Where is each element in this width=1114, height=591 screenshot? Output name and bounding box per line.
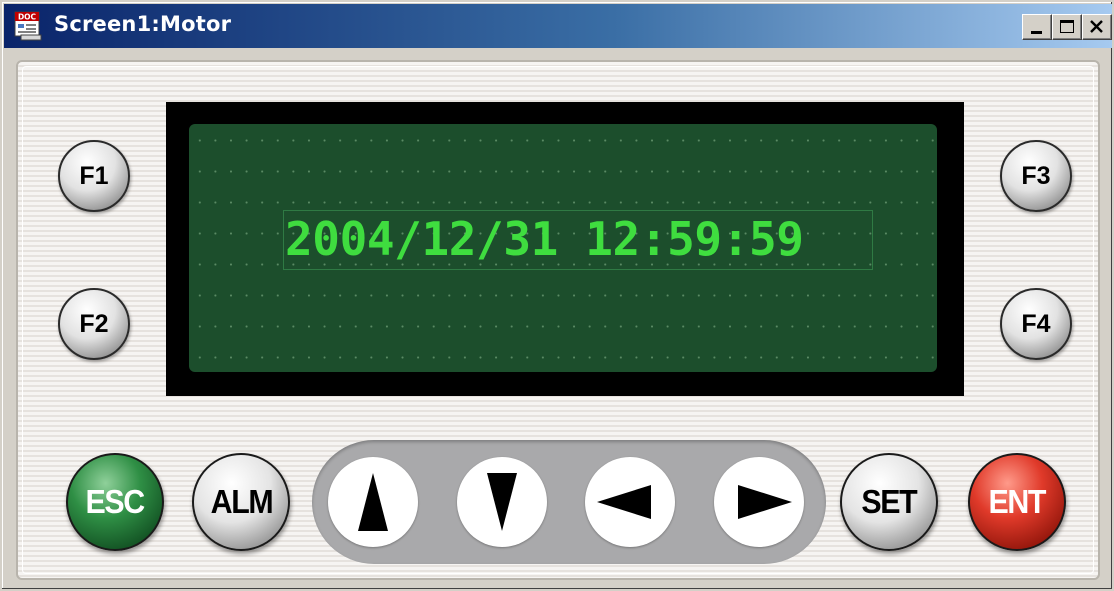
left-arrow-icon	[597, 485, 651, 519]
f1-button[interactable]: F1	[58, 140, 130, 212]
f3-button[interactable]: F3	[1000, 140, 1072, 212]
lcd-display: 2004/12/31 12:59:59	[189, 124, 937, 372]
down-arrow-button[interactable]	[457, 457, 547, 547]
lcd-datetime-text: 2004/12/31 12:59:59	[285, 212, 804, 266]
f3-label: F3	[1021, 161, 1051, 190]
left-arrow-button[interactable]	[585, 457, 675, 547]
maximize-icon	[1060, 20, 1074, 33]
window-title: Screen1:Motor	[54, 12, 232, 36]
f4-label: F4	[1021, 309, 1051, 338]
title-bar[interactable]: DOC Screen1:Motor	[4, 4, 1112, 48]
maximize-button[interactable]	[1052, 14, 1082, 40]
up-arrow-button[interactable]	[328, 457, 418, 547]
hmi-window: DOC Screen1:Motor 2004/12/31 12:59:59 F1…	[0, 0, 1114, 591]
ent-label: ENT	[988, 483, 1047, 520]
hmi-panel: 2004/12/31 12:59:59 F1 F2 F3 F4 ESC ALM	[16, 60, 1100, 580]
esc-label: ESC	[85, 483, 146, 520]
down-arrow-icon	[487, 473, 517, 531]
arrow-key-tray	[312, 440, 826, 564]
f2-button[interactable]: F2	[58, 288, 130, 360]
minimize-icon	[1031, 31, 1042, 34]
set-label: SET	[861, 483, 918, 520]
up-arrow-icon	[358, 473, 388, 531]
right-arrow-icon	[738, 485, 792, 519]
lcd-bezel: 2004/12/31 12:59:59	[166, 102, 964, 396]
app-icon-label: DOC	[18, 13, 37, 22]
alm-label: ALM	[210, 483, 273, 520]
close-button[interactable]	[1082, 14, 1112, 40]
right-arrow-button[interactable]	[714, 457, 804, 547]
f1-label: F1	[79, 161, 109, 190]
set-button[interactable]: SET	[840, 453, 938, 551]
esc-button[interactable]: ESC	[66, 453, 164, 551]
f4-button[interactable]: F4	[1000, 288, 1072, 360]
f2-label: F2	[79, 309, 109, 338]
alm-button[interactable]: ALM	[192, 453, 290, 551]
doc-app-icon[interactable]: DOC	[12, 11, 44, 41]
minimize-button[interactable]	[1022, 14, 1052, 40]
close-icon	[1090, 20, 1103, 33]
ent-button[interactable]: ENT	[968, 453, 1066, 551]
